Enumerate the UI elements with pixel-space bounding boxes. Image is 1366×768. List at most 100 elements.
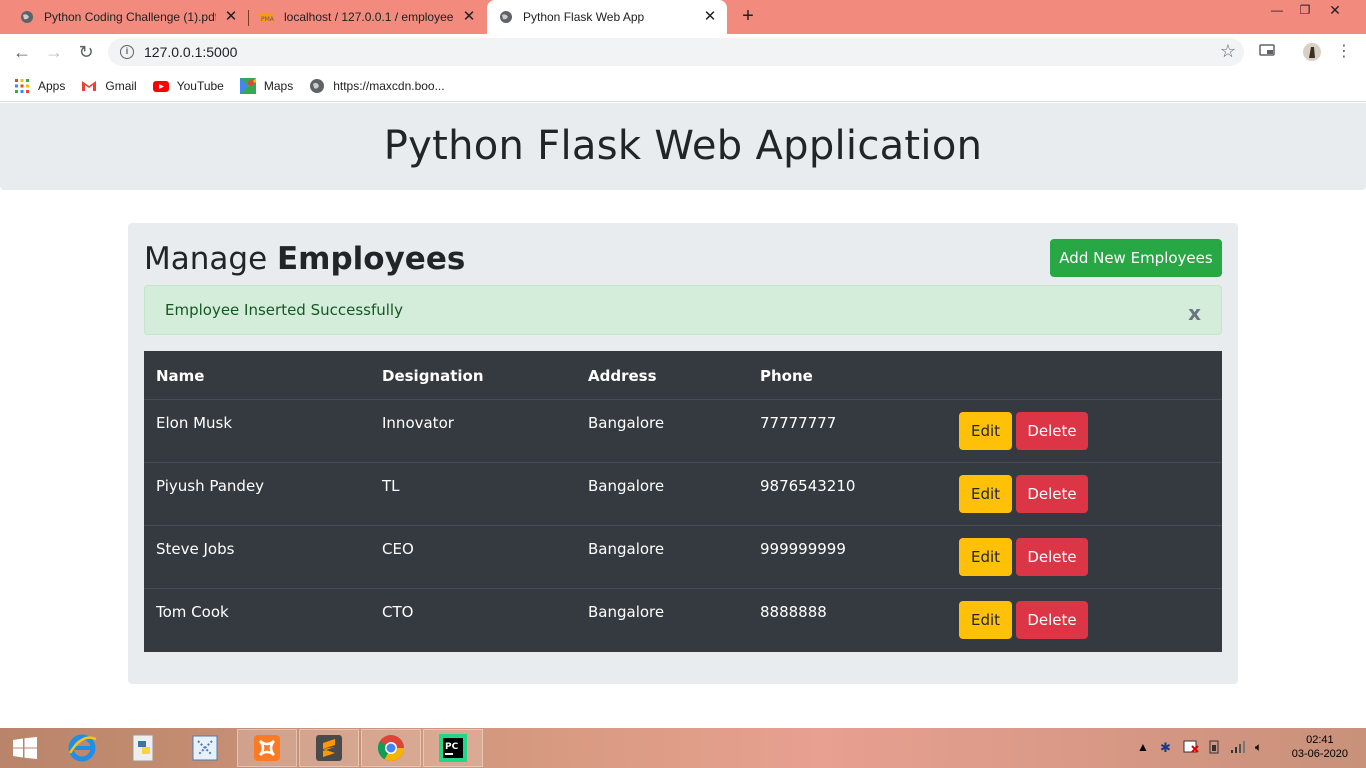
table-header-row: Name Designation Address Phone — [144, 351, 1222, 400]
cell-designation: CEO — [382, 540, 414, 558]
menu-kebab-icon[interactable]: ⋮ — [1334, 42, 1354, 62]
edit-button[interactable]: Edit — [959, 601, 1012, 639]
panel-title-bold: Employees — [277, 241, 466, 277]
delete-button[interactable]: Delete — [1016, 412, 1088, 450]
add-employee-button[interactable]: Add New Employees — [1050, 239, 1222, 277]
cell-phone: 9876543210 — [760, 477, 856, 495]
chrome-icon[interactable] — [361, 729, 421, 767]
table-row: Steve Jobs CEO Bangalore 999999999 Edit … — [144, 526, 1222, 589]
cell-designation: CTO — [382, 603, 414, 621]
cell-phone: 77777777 — [760, 414, 837, 432]
tab-title: Python Flask Web App — [523, 10, 645, 24]
panel-title: Manage Employees — [144, 241, 465, 277]
new-tab-button[interactable]: + — [738, 6, 758, 26]
python-icon[interactable] — [114, 729, 174, 767]
show-hidden-icons-icon[interactable]: ▲ — [1137, 740, 1149, 754]
globe-icon — [21, 11, 33, 23]
alert-message: Employee Inserted Successfully — [165, 301, 403, 319]
browser-tab-strip: Python Coding Challenge (1).pdf ✕ PMA lo… — [0, 0, 1366, 34]
close-alert-button[interactable]: x — [1188, 289, 1201, 337]
bookmark-maps[interactable]: Maps — [239, 77, 293, 94]
bookmarks-bar: Apps Gmail YouTube Maps https://maxcdn.b… — [0, 70, 1366, 102]
delete-button[interactable]: Delete — [1016, 475, 1088, 513]
internet-explorer-icon[interactable] — [52, 729, 112, 767]
page-title: Python Flask Web Application — [383, 123, 983, 169]
tab-title: Python Coding Challenge (1).pdf — [44, 10, 216, 24]
delete-button[interactable]: Delete — [1016, 601, 1088, 639]
cell-name: Elon Musk — [156, 414, 233, 432]
employees-table: Name Designation Address Phone Elon Musk… — [144, 351, 1222, 652]
bookmark-label: YouTube — [176, 78, 224, 93]
success-alert: Employee Inserted Successfully x — [144, 285, 1222, 335]
close-tab-icon[interactable]: ✕ — [462, 9, 476, 24]
bookmark-label: https://maxcdn.boo... — [333, 78, 445, 93]
close-tab-icon[interactable]: ✕ — [703, 9, 717, 24]
tab-divider — [248, 10, 249, 26]
gmail-icon — [82, 80, 97, 91]
clock-time: 02:41 — [1306, 734, 1334, 746]
action-center-icon[interactable] — [1183, 740, 1199, 757]
forward-arrow-icon[interactable]: → — [42, 41, 66, 63]
table-row: Tom Cook CTO Bangalore 8888888 Edit Dele… — [144, 589, 1222, 652]
cell-phone: 999999999 — [760, 540, 846, 558]
tab-flask-app[interactable]: Python Flask Web App ✕ — [487, 0, 727, 34]
cell-address: Bangalore — [588, 477, 665, 495]
table-row: Elon Musk Innovator Bangalore 77777777 E… — [144, 400, 1222, 463]
cell-address: Bangalore — [588, 603, 665, 621]
tab-title: localhost / 127.0.0.1 / employees — [284, 10, 454, 24]
profile-avatar[interactable] — [1302, 42, 1322, 62]
edit-button[interactable]: Edit — [959, 412, 1012, 450]
browser-toolbar: ← → ↻ i 127.0.0.1:5000 ☆ ⋮ — [0, 34, 1366, 70]
table-row: Piyush Pandey TL Bangalore 9876543210 Ed… — [144, 463, 1222, 526]
bookmark-maxcdn[interactable]: https://maxcdn.boo... — [309, 78, 445, 94]
bluetooth-icon[interactable]: ✱ — [1160, 740, 1171, 756]
address-bar[interactable]: i 127.0.0.1:5000 ☆ — [108, 38, 1244, 66]
pycharm-icon[interactable]: PC — [423, 729, 483, 767]
url-text: 127.0.0.1:5000 — [144, 44, 238, 60]
sublime-text-icon[interactable] — [299, 729, 359, 767]
globe-icon — [500, 11, 512, 23]
battery-icon[interactable] — [1207, 740, 1223, 757]
close-window-icon[interactable]: ✕ — [1320, 0, 1350, 22]
cell-phone: 8888888 — [760, 603, 827, 621]
edit-button[interactable]: Edit — [959, 475, 1012, 513]
page-header: Python Flask Web Application — [0, 103, 1366, 190]
cell-address: Bangalore — [588, 540, 665, 558]
delete-button[interactable]: Delete — [1016, 538, 1088, 576]
cell-name: Tom Cook — [156, 603, 229, 621]
panel-title-prefix: Manage — [144, 241, 277, 277]
maps-icon — [239, 77, 256, 94]
bookmark-star-icon[interactable]: ☆ — [1220, 41, 1236, 62]
back-arrow-icon[interactable]: ← — [10, 41, 34, 63]
windows-logo-icon — [13, 737, 37, 759]
bookmark-gmail[interactable]: Gmail — [81, 78, 137, 94]
bookmark-apps[interactable]: Apps — [14, 78, 65, 94]
manage-employees-panel: Manage Employees Add New Employees Emplo… — [128, 223, 1238, 684]
apps-grid-icon — [15, 78, 29, 93]
tab-phpmyadmin[interactable]: PMA localhost / 127.0.0.1 / employees ✕ — [256, 0, 486, 34]
minimize-icon[interactable]: — — [1262, 0, 1292, 22]
tab-pdf[interactable]: Python Coding Challenge (1).pdf ✕ — [0, 0, 248, 34]
snipping-tool-icon[interactable] — [175, 729, 235, 767]
site-info-icon[interactable]: i — [120, 45, 134, 59]
bookmark-label: Apps — [38, 78, 66, 93]
cell-name: Steve Jobs — [156, 540, 235, 558]
xampp-icon[interactable] — [237, 729, 297, 767]
phpmyadmin-icon: PMA — [260, 14, 274, 23]
windows-start-button[interactable] — [0, 729, 50, 767]
youtube-icon — [152, 80, 169, 92]
volume-icon[interactable]: 🔈︎ — [1255, 740, 1262, 755]
bookmark-youtube[interactable]: YouTube — [152, 78, 224, 94]
column-header-phone: Phone — [760, 367, 813, 385]
system-clock[interactable]: 02:41 03-06-2020 — [1292, 733, 1348, 761]
edit-button[interactable]: Edit — [959, 538, 1012, 576]
network-signal-icon[interactable] — [1230, 740, 1246, 757]
windows-taskbar: PC ▲ ✱ 🔈︎ 02:41 03-06-2020 — [0, 728, 1366, 768]
cast-icon[interactable] — [1257, 42, 1277, 62]
reload-icon[interactable]: ↻ — [74, 41, 98, 63]
cell-designation: TL — [382, 477, 400, 495]
cell-address: Bangalore — [588, 414, 665, 432]
bookmark-label: Gmail — [105, 78, 137, 93]
restore-icon[interactable]: ❐ — [1290, 0, 1320, 22]
close-tab-icon[interactable]: ✕ — [224, 9, 238, 24]
